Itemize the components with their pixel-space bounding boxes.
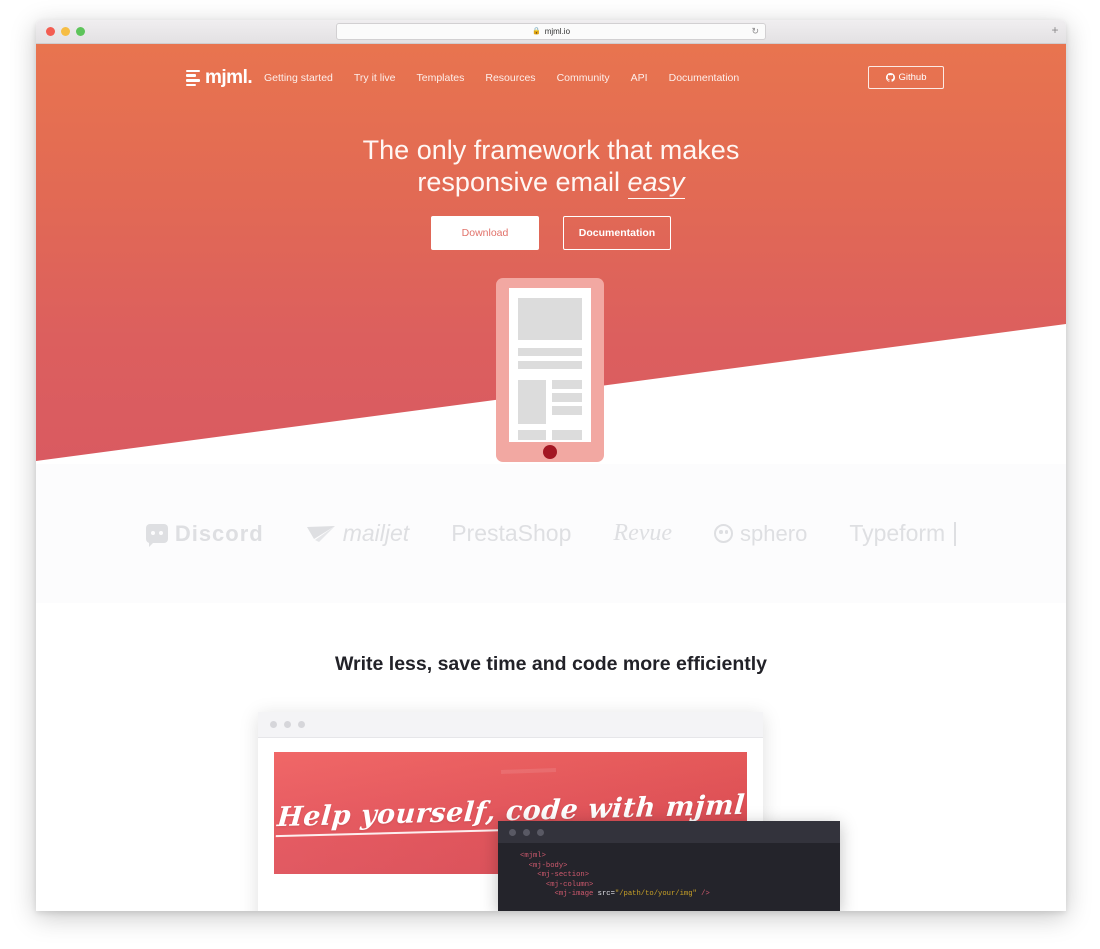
nav-item-try-it-live[interactable]: Try it live — [354, 72, 396, 84]
nav-links: Getting started Try it live Templates Re… — [264, 60, 739, 96]
phone-placeholder-row-2 — [552, 393, 582, 402]
address-bar-url: mjml.io — [544, 27, 571, 36]
code-line-5-tag: <mj-image — [520, 890, 598, 899]
phone-screen — [509, 288, 591, 442]
hero-title-line-1: The only framework that makes — [362, 135, 740, 165]
hero-cta-row: Download Documentation — [36, 216, 1066, 250]
github-button[interactable]: Github — [868, 66, 944, 89]
logo-revue-label: Revue — [613, 520, 673, 546]
features-heading: Write less, save time and code more effi… — [334, 653, 768, 675]
logo-discord-label: Discord — [174, 520, 264, 546]
paper-plane-icon — [306, 525, 335, 542]
nav-item-getting-started[interactable]: Getting started — [264, 72, 333, 84]
logo-mailjet-label: mailjet — [342, 520, 410, 546]
new-tab-button[interactable]: + — [1048, 24, 1062, 38]
logo-sphero-label: sphero — [740, 520, 808, 546]
code-line-5-value: "/path/to/your/img" — [614, 890, 697, 899]
logo-discord: Discord — [145, 520, 264, 547]
phone-placeholder-bottom-1 — [518, 430, 546, 440]
code-editor-body[interactable]: <mjml> <mj-body> <mj-section> <mj-column… — [498, 843, 840, 900]
logo-typeform: Typeform — [849, 520, 957, 547]
typeform-caret-icon — [954, 521, 957, 546]
email-preview-dot-2 — [284, 721, 291, 728]
logo-sphero: sphero — [714, 521, 807, 547]
nav-item-documentation[interactable]: Documentation — [669, 72, 740, 84]
phone-placeholder-image — [518, 380, 546, 424]
nav-item-templates[interactable]: Templates — [417, 72, 465, 84]
phone-mockup — [496, 278, 604, 462]
code-line-2: <mj-body> — [520, 861, 568, 870]
email-preview-dot-3 — [298, 721, 305, 728]
email-preview-titlebar — [258, 712, 763, 738]
code-editor-dot-1 — [509, 828, 516, 836]
code-editor-dot-3 — [537, 828, 544, 836]
hero-title-emphasis: easy — [627, 167, 685, 199]
nav-item-api[interactable]: API — [631, 72, 648, 84]
code-line-1: <mjml> — [520, 852, 546, 860]
phone-placeholder-line-2 — [518, 361, 582, 369]
address-bar[interactable]: 🔒 mjml.io ↻ — [336, 23, 766, 40]
page-viewport: mjml. Getting started Try it live Templa… — [36, 44, 1066, 911]
email-preview-dot-1 — [270, 721, 277, 728]
hero-title-line-2: responsive email easy — [36, 166, 1066, 199]
phone-placeholder-hero — [518, 298, 582, 340]
logo-prestashop: PrestaShop — [451, 520, 571, 547]
customer-logos-band: Discord mailjet PrestaShop Revue sphero … — [36, 464, 1066, 603]
site-navbar: mjml. Getting started Try it live Templa… — [36, 60, 1066, 96]
screen-root: 🔒 mjml.io ↻ + mjml. Getting started Try … — [0, 0, 1100, 949]
logo-prestashop-label: PrestaShop — [451, 520, 572, 546]
code-line-5-close: /> — [696, 890, 710, 899]
nav-item-community[interactable]: Community — [557, 72, 610, 84]
phone-placeholder-row-3 — [552, 406, 582, 415]
discord-icon — [145, 524, 168, 547]
code-line-4: <mj-column> — [520, 880, 594, 889]
download-button[interactable]: Download — [431, 216, 539, 250]
code-editor-titlebar — [498, 821, 840, 843]
reload-icon[interactable]: ↻ — [751, 27, 759, 36]
nav-item-resources[interactable]: Resources — [485, 72, 535, 84]
github-button-label: Github — [898, 72, 927, 83]
code-editor-mockup: <mjml> <mj-body> <mj-section> <mj-column… — [498, 821, 840, 911]
phone-home-button — [543, 445, 557, 459]
phone-placeholder-row-1 — [552, 380, 582, 389]
mjml-logo-icon — [186, 69, 200, 87]
close-window-button[interactable] — [46, 27, 55, 36]
minimize-window-button[interactable] — [61, 27, 70, 36]
site-logo[interactable]: mjml. — [186, 60, 253, 96]
sphero-icon — [714, 524, 734, 543]
maximize-window-button[interactable] — [76, 27, 85, 36]
hero-title-line-2-text: responsive email — [417, 167, 628, 197]
code-line-5-attr: src= — [597, 890, 615, 899]
window-traffic-lights[interactable] — [46, 27, 85, 36]
code-line-3: <mj-section> — [520, 871, 590, 880]
phone-placeholder-bottom-2 — [552, 430, 582, 440]
logo-typeform-label: Typeform — [849, 520, 946, 546]
logo-revue: Revue — [613, 520, 672, 547]
phone-placeholder-line-1 — [518, 348, 582, 356]
logo-mailjet: mailjet — [306, 520, 409, 547]
documentation-button[interactable]: Documentation — [563, 216, 671, 250]
code-editor-dot-2 — [523, 828, 530, 836]
browser-window: 🔒 mjml.io ↻ + mjml. Getting started Try … — [36, 20, 1066, 911]
lock-icon: 🔒 — [531, 28, 541, 35]
site-logo-text: mjml. — [205, 67, 253, 88]
browser-chrome: 🔒 mjml.io ↻ + — [36, 20, 1066, 44]
github-icon — [885, 73, 895, 82]
hero-title: The only framework that makes responsive… — [36, 134, 1066, 199]
